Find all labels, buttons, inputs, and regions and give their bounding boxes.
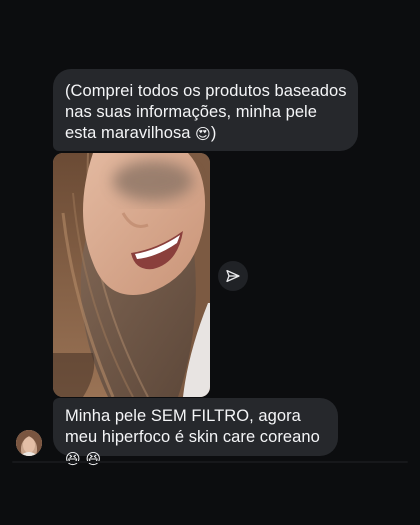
message-thread: (Comprei todos os produtos baseados nas … <box>0 0 420 525</box>
smiling-woman-photo <box>53 153 210 397</box>
message-text: Minha pele SEM FILTRO, agora meu hiperfo… <box>65 407 320 446</box>
divider <box>12 461 408 463</box>
message-suffix: ) <box>210 124 217 142</box>
share-button[interactable] <box>218 261 248 291</box>
sender-avatar[interactable] <box>16 430 42 456</box>
message-bubble[interactable]: Minha pele SEM FILTRO, agora meu hiperfo… <box>53 398 338 467</box>
heart-eyes-emoji: 😍 <box>195 125 211 143</box>
paper-plane-icon <box>226 270 240 282</box>
message-bubble[interactable]: (Comprei todos os produtos baseados nas … <box>53 69 358 151</box>
avatar-image <box>16 430 42 456</box>
shared-photo[interactable] <box>53 153 210 397</box>
laughing-emoji: 😆 😆 <box>65 450 102 468</box>
